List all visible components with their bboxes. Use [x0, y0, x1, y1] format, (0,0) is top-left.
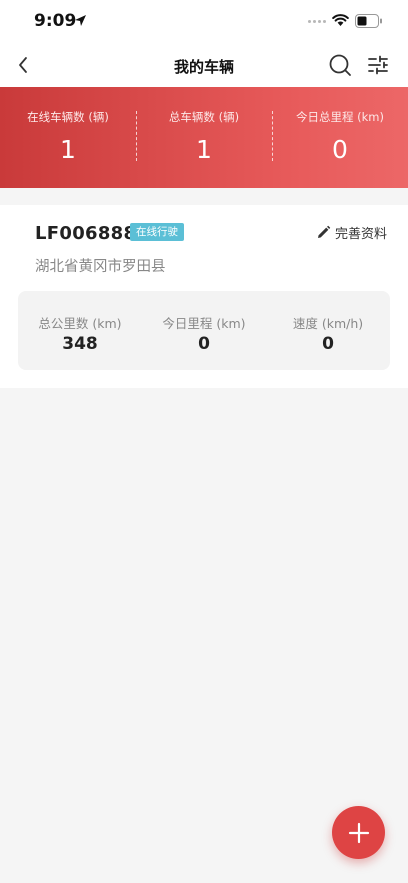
location-arrow-icon: [75, 15, 86, 26]
complete-info-button[interactable]: 完善资料: [316, 223, 387, 242]
metric-today-km: 今日里程 (km) 0: [142, 291, 266, 370]
vehicle-plate: LF006888: [35, 223, 137, 244]
vehicle-card[interactable]: LF006888 在线行驶 完善资料 湖北省黄冈市罗田县 总公里数 (km) 3…: [0, 205, 408, 388]
metric-label: 总公里数 (km): [38, 316, 122, 331]
add-vehicle-button[interactable]: [332, 806, 385, 859]
complete-info-label: 完善资料: [335, 227, 388, 242]
metric-value: 0: [198, 334, 210, 354]
metric-speed: 速度 (km/h) 0: [266, 291, 390, 370]
stat-label: 在线车辆数 (辆): [27, 110, 109, 124]
status-time: 9:09: [34, 11, 77, 31]
cellular-signal-icon: [308, 20, 326, 23]
metric-label: 速度 (km/h): [292, 316, 364, 331]
search-icon[interactable]: [328, 53, 352, 77]
pencil-icon: [318, 225, 331, 238]
stat-online-vehicles: 在线车辆数 (辆) 1: [0, 87, 136, 188]
stat-value: 0: [332, 135, 348, 164]
plus-icon: [348, 822, 369, 843]
my-vehicles-screen: 9:09 我的车辆 在线车辆数 (辆) 1 总车辆数 (辆) 1 今日总里程 (…: [0, 0, 408, 883]
stat-label: 总车辆数 (辆): [168, 110, 240, 124]
sliders-icon[interactable]: [366, 53, 390, 77]
vehicle-address: 湖北省黄冈市罗田县: [35, 259, 166, 275]
nav-bar: 我的车辆: [0, 44, 408, 87]
stat-today-mileage: 今日总里程 (km) 0: [272, 87, 408, 188]
stat-value: 1: [196, 135, 212, 164]
status-bar: 9:09: [0, 0, 408, 44]
stat-value: 1: [60, 135, 76, 164]
battery-icon: [355, 14, 382, 28]
metric-total-km: 总公里数 (km) 348: [18, 291, 142, 370]
summary-banner: 在线车辆数 (辆) 1 总车辆数 (辆) 1 今日总里程 (km) 0: [0, 87, 408, 188]
metric-value: 348: [62, 334, 98, 354]
wifi-icon: [332, 14, 349, 26]
stat-label: 今日总里程 (km): [296, 110, 384, 124]
metric-value: 0: [322, 334, 334, 354]
stat-total-vehicles: 总车辆数 (辆) 1: [136, 87, 272, 188]
metric-label: 今日里程 (km): [162, 316, 246, 331]
status-badge: 在线行驶: [130, 223, 184, 241]
vehicle-metrics: 总公里数 (km) 348 今日里程 (km) 0 速度 (km/h) 0: [18, 291, 390, 370]
